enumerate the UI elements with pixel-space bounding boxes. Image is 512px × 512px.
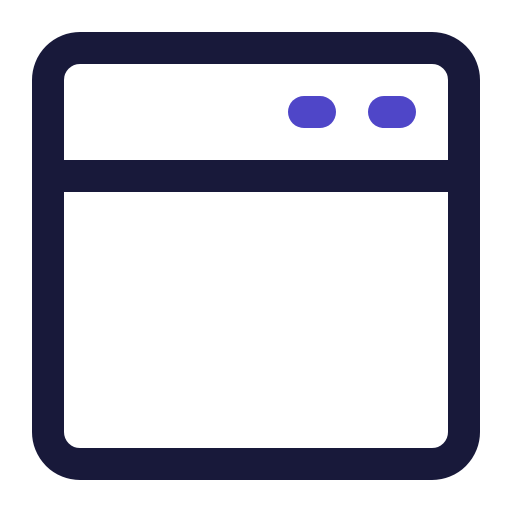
browser-window-icon [32, 32, 480, 480]
icon-canvas [0, 0, 512, 512]
